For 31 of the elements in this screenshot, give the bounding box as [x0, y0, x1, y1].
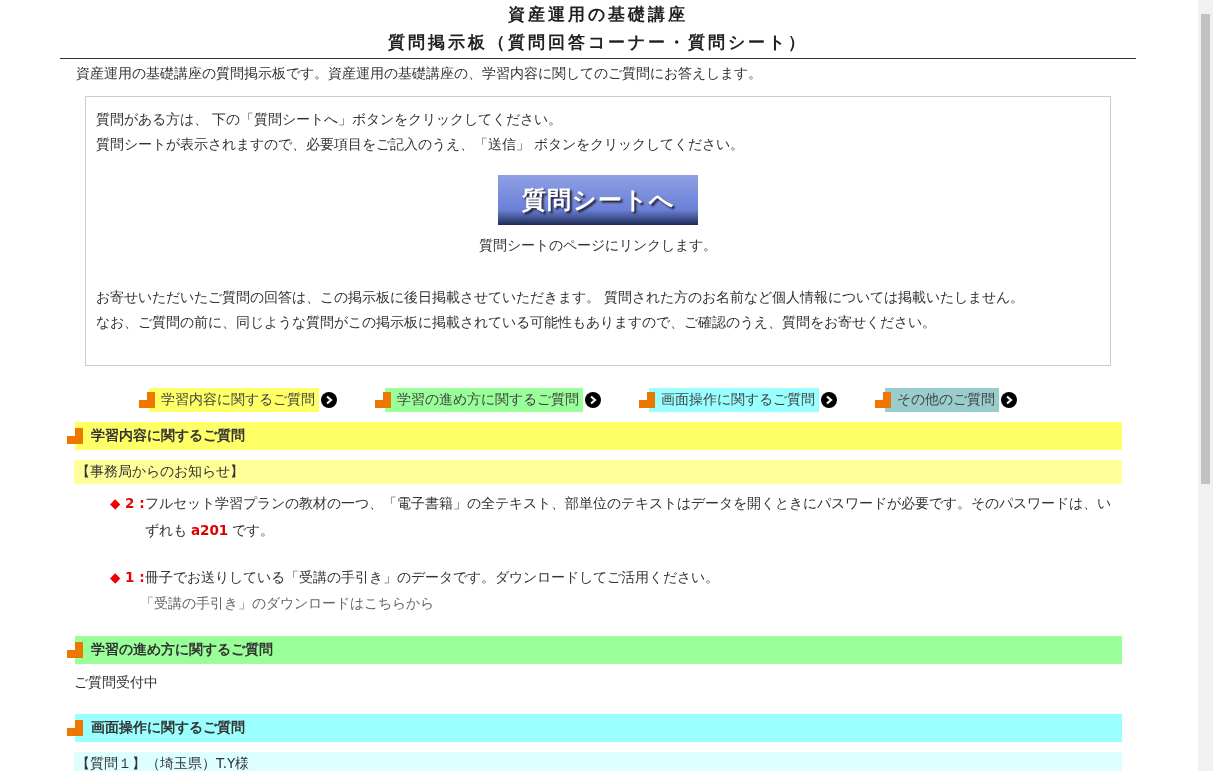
- category-link[interactable]: 学習の進め方に関するご質問: [385, 388, 583, 412]
- download-link[interactable]: 「受講の手引き」のダウンロードはこちらから: [140, 591, 1122, 616]
- square-icon: [67, 720, 83, 736]
- section-heading: 画面操作に関するご質問: [75, 714, 1122, 742]
- sub-heading: 【質問１】（埼玉県）T.Y様: [74, 752, 1122, 771]
- square-icon: [639, 392, 655, 408]
- info-text: 質問シートが表示されますので、必要項目をご記入のうえ、「送信」 ボタンをクリックしてください。: [96, 135, 746, 154]
- square-icon: [375, 392, 391, 408]
- item-number: ◆ 1 :: [110, 568, 145, 587]
- page-title: 質問掲示板（質問回答コーナー・質問シート）: [388, 31, 808, 54]
- scrollbar[interactable]: [1198, 0, 1213, 771]
- square-icon: [875, 392, 891, 408]
- section-heading: 学習内容に関するご質問: [75, 422, 1122, 450]
- sub-heading: 【事務局からのお知らせ】: [74, 460, 1122, 484]
- category-link[interactable]: 画面操作に関するご質問: [649, 388, 819, 412]
- info-text: なお、ご質問の前に、同じような質問がこの掲示板に掲載されている可能性もありますので、ご確認のうえ、質問をお寄せください。: [96, 313, 937, 332]
- page-title: 資産運用の基礎講座: [508, 3, 688, 26]
- section-heading: 学習の進め方に関するご質問: [75, 636, 1122, 664]
- status-text: ご質問受付中: [74, 674, 159, 692]
- square-icon: [67, 642, 83, 658]
- category-link[interactable]: その他のご質問: [885, 388, 999, 412]
- intro-text: 資産運用の基礎講座の質問掲示板です。資産運用の基礎講座の、学習内容に関してのご質問にお答えします。: [76, 64, 763, 83]
- category-link[interactable]: 学習内容に関するご質問: [149, 388, 319, 412]
- notice-text: 冊子でお送りしている「受講の手引き」のデータです。ダウンロードしてご活用ください。: [144, 568, 719, 587]
- item-number: ◆ 2 :: [110, 494, 145, 513]
- button-caption: 質問シートのページにリンクします。: [479, 237, 717, 255]
- notice-text: フルセット学習プランの教材の一つ、「電子書籍」の全テキスト、部単位のテキストはデータを開くときにパスワードが必要です。そのパスワードは、いずれも a201 です。: [144, 494, 1112, 540]
- square-icon: [67, 428, 83, 444]
- info-text: 質問がある方は、 下の「質問シートへ」ボタンをクリックしてください。: [96, 110, 564, 129]
- info-text: お寄せいただいたご質問の回答は、この掲示板に後日掲載させていただきます。 質問された方のお名前など個人情報については掲載いたしません。: [96, 288, 1026, 307]
- square-icon: [139, 392, 155, 408]
